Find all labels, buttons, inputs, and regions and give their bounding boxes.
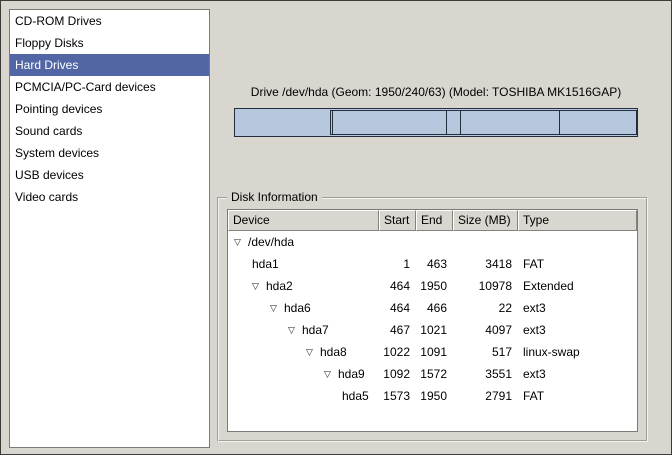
column-header-end[interactable]: End	[416, 210, 453, 231]
disk-information-label: Disk Information	[227, 190, 322, 205]
end-cell: 1572	[416, 363, 453, 385]
end-cell: 463	[416, 253, 453, 275]
sidebar-item-sound-cards[interactable]: Sound cards	[10, 120, 209, 142]
start-cell: 1	[379, 253, 416, 275]
type-cell: ext3	[518, 319, 637, 341]
table-row[interactable]: ▽hda2464195010978Extended	[228, 275, 637, 297]
expander-icon[interactable]: ▽	[324, 363, 338, 385]
device-cell: hda1	[228, 253, 379, 275]
start-cell: 464	[379, 275, 416, 297]
table-row[interactable]: ▽hda646446622ext3	[228, 297, 637, 319]
size-cell: 3418	[453, 253, 518, 275]
expander-icon[interactable]: ▽	[234, 231, 248, 253]
partition-segment-hda5	[559, 111, 636, 134]
drive-title: Drive /dev/hda (Geom: 1950/240/63) (Mode…	[226, 85, 646, 99]
type-cell	[518, 231, 637, 253]
column-header-size[interactable]: Size (MB)	[453, 210, 518, 231]
type-cell: Extended	[518, 275, 637, 297]
device-name: hda1	[252, 253, 279, 275]
sidebar-item-video-cards[interactable]: Video cards	[10, 186, 209, 208]
device-cell: ▽hda8	[228, 341, 379, 363]
type-cell: FAT	[518, 385, 637, 407]
hardware-browser-window: CD-ROM DrivesFloppy DisksHard DrivesPCMC…	[0, 0, 672, 455]
size-cell: 10978	[453, 275, 518, 297]
disk-information-frame: Disk Information Device Start End Size (…	[217, 197, 648, 442]
start-cell: 464	[379, 297, 416, 319]
sidebar-item-system-devices[interactable]: System devices	[10, 142, 209, 164]
device-name: hda5	[342, 385, 369, 407]
device-name: hda6	[284, 297, 311, 319]
partition-segment-hda8	[446, 111, 460, 134]
expander-icon[interactable]: ▽	[252, 275, 266, 297]
table-row[interactable]: ▽/dev/hda	[228, 231, 637, 253]
start-cell: 1022	[379, 341, 416, 363]
table-row[interactable]: ▽hda810221091517linux-swap	[228, 341, 637, 363]
device-name: /dev/hda	[248, 231, 294, 253]
table-row[interactable]: ▽hda746710214097ext3	[228, 319, 637, 341]
size-cell: 22	[453, 297, 518, 319]
type-cell: ext3	[518, 363, 637, 385]
expander-icon[interactable]: ▽	[288, 319, 302, 341]
sidebar-item-usb-devices[interactable]: USB devices	[10, 164, 209, 186]
type-cell: FAT	[518, 253, 637, 275]
partition-segment-hda9	[460, 111, 559, 134]
partition-segment-hda7	[332, 111, 446, 134]
size-cell: 517	[453, 341, 518, 363]
table-row[interactable]: hda1 14633418FAT	[228, 253, 637, 275]
device-cell: ▽hda9	[228, 363, 379, 385]
device-list: CD-ROM DrivesFloppy DisksHard DrivesPCMC…	[9, 9, 210, 448]
disk-table-header: Device Start End Size (MB) Type	[228, 210, 637, 231]
disk-table-body: ▽/dev/hdahda114633418FAT▽hda246419501097…	[228, 231, 637, 407]
sidebar-item-pcmcia-pc-card-devices[interactable]: PCMCIA/PC-Card devices	[10, 76, 209, 98]
partition-segment-hda2	[330, 110, 637, 135]
end-cell: 1950	[416, 275, 453, 297]
disk-table: Device Start End Size (MB) Type ▽/dev/hd…	[227, 209, 638, 432]
sidebar-item-hard-drives[interactable]: Hard Drives	[10, 54, 209, 76]
expander-icon[interactable]: ▽	[306, 341, 320, 363]
end-cell: 1021	[416, 319, 453, 341]
expander-icon[interactable]: ▽	[270, 297, 284, 319]
device-cell: ▽hda2	[228, 275, 379, 297]
device-cell: hda5	[228, 385, 379, 407]
start-cell: 1573	[379, 385, 416, 407]
end-cell	[416, 231, 453, 253]
table-row[interactable]: hda5 157319502791FAT	[228, 385, 637, 407]
table-row[interactable]: ▽hda9109215723551ext3	[228, 363, 637, 385]
size-cell	[453, 231, 518, 253]
type-cell: ext3	[518, 297, 637, 319]
type-cell: linux-swap	[518, 341, 637, 363]
sidebar-item-pointing-devices[interactable]: Pointing devices	[10, 98, 209, 120]
size-cell: 3551	[453, 363, 518, 385]
device-name: hda8	[320, 341, 347, 363]
start-cell: 467	[379, 319, 416, 341]
sidebar-item-floppy-disks[interactable]: Floppy Disks	[10, 32, 209, 54]
size-cell: 2791	[453, 385, 518, 407]
start-cell	[379, 231, 416, 253]
device-name: hda9	[338, 363, 365, 385]
sidebar-item-cd-rom-drives[interactable]: CD-ROM Drives	[10, 10, 209, 32]
partition-segment-hda1	[235, 109, 330, 136]
end-cell: 1091	[416, 341, 453, 363]
partition-bar	[234, 108, 638, 137]
start-cell: 1092	[379, 363, 416, 385]
end-cell: 466	[416, 297, 453, 319]
device-cell: ▽hda7	[228, 319, 379, 341]
column-header-start[interactable]: Start	[379, 210, 416, 231]
column-header-device[interactable]: Device	[228, 210, 379, 231]
column-header-type[interactable]: Type	[518, 210, 637, 231]
device-name: hda2	[266, 275, 293, 297]
device-cell: ▽hda6	[228, 297, 379, 319]
device-cell: ▽/dev/hda	[228, 231, 379, 253]
device-name: hda7	[302, 319, 329, 341]
end-cell: 1950	[416, 385, 453, 407]
size-cell: 4097	[453, 319, 518, 341]
